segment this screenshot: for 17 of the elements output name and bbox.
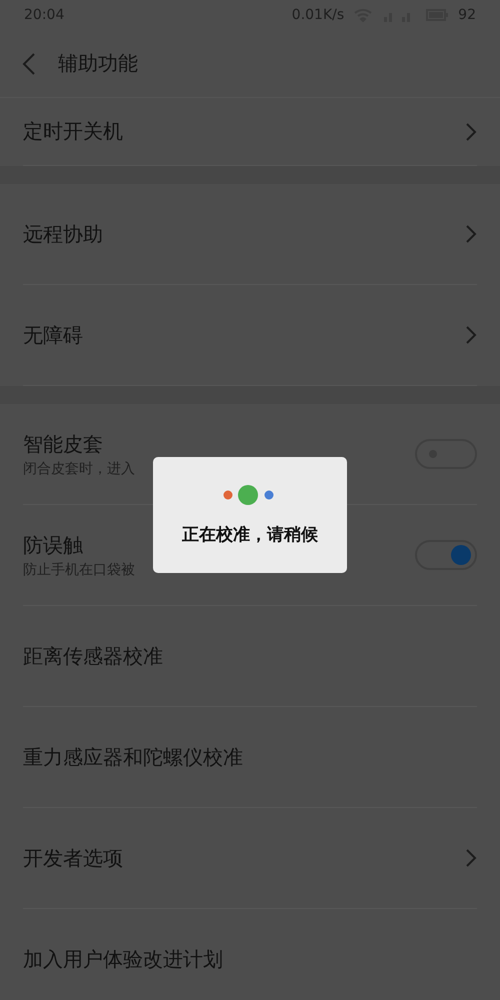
setting-title[interactable]: 定时开关机 <box>23 118 123 145</box>
setting-title[interactable]: 智能皮套 <box>23 430 135 458</box>
chevron-right-icon <box>465 325 477 345</box>
chevron-right-icon <box>465 122 477 142</box>
setting-title[interactable]: 防误触 <box>23 532 135 558</box>
setting-title[interactable]: 重力感应器和陀螺仪校准 <box>23 744 243 770</box>
chevron-right-icon <box>465 848 477 868</box>
setting-title[interactable]: 距离传感器校准 <box>23 642 163 670</box>
back-icon[interactable] <box>22 52 36 76</box>
setting-title[interactable]: 加入用户体验改进计划 <box>23 946 223 972</box>
setting-title[interactable]: 远程协助 <box>23 220 103 248</box>
page-title: 辅助功能 <box>58 50 138 77</box>
chevron-right-icon <box>465 224 477 244</box>
setting-title[interactable]: 开发者选项 <box>23 844 123 872</box>
setting-title[interactable]: 无障碍 <box>23 322 83 348</box>
toggle-switch[interactable] <box>415 540 477 570</box>
dialog-message: 正在校准，请稍候 <box>182 524 318 546</box>
